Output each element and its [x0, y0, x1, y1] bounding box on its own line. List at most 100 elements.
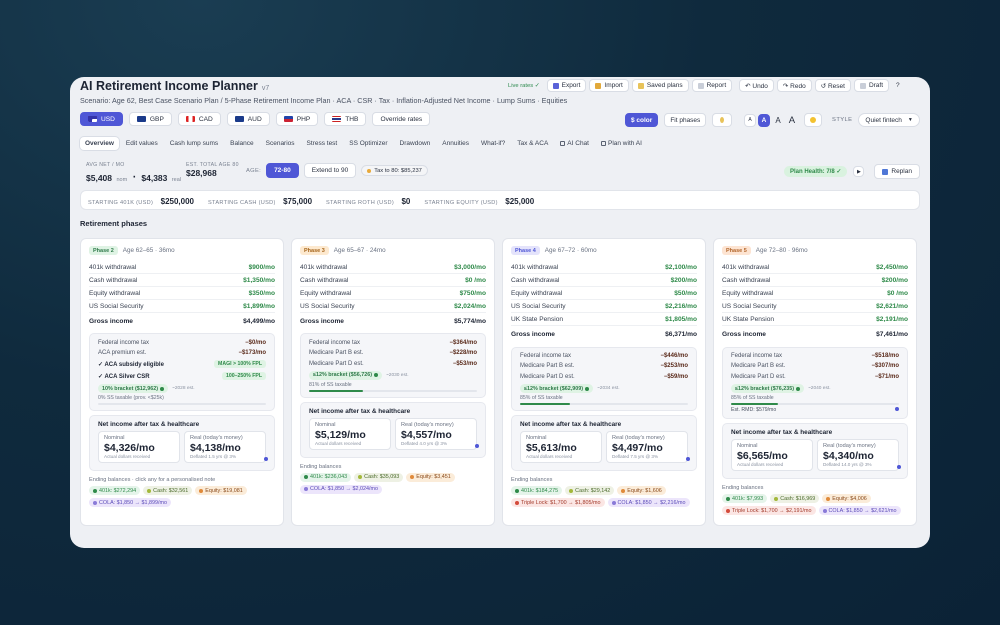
theme-toggle-button[interactable]	[804, 113, 823, 127]
bracket-progress	[309, 389, 477, 392]
currency-thb[interactable]: THB	[324, 112, 367, 126]
balance-chip[interactable]: Cash: $32,561	[143, 486, 193, 496]
income-row[interactable]: 401k withdrawal $3,000/mo	[300, 261, 486, 275]
rmd-note: Est. RMD: $579/mo	[723, 407, 907, 413]
tab-annuities[interactable]: Annuities	[437, 137, 474, 150]
balance-chip[interactable]: Triple Lock: $1,700 → $2,191/mo	[722, 506, 816, 515]
income-row[interactable]: US Social Security $1,899/mo	[89, 300, 275, 314]
balance-chip[interactable]: 401k: $236,043	[300, 472, 352, 482]
replan-button[interactable]: Replan	[874, 164, 920, 179]
currency-php[interactable]: PHP	[275, 112, 319, 126]
tax-row: ACA premium est. −$173/mo	[98, 350, 266, 357]
plan-health-badge[interactable]: Plan Health: 7/8 ✓	[784, 166, 848, 177]
balance-chip[interactable]: COLA: $1,850 → $2,024/mo	[300, 484, 383, 494]
font-size-l[interactable]: A	[786, 114, 798, 127]
tax-box: Federal income tax −$518/mo Medicare Part …	[722, 346, 908, 419]
income-row[interactable]: Equity withdrawal $0 /mo	[722, 287, 908, 301]
undo-button[interactable]: ↶ Undo	[739, 79, 774, 92]
income-row[interactable]: UK State Pension $2,191/mo	[722, 313, 908, 327]
balance-chip[interactable]: Cash: $16,969	[770, 494, 820, 503]
pin-button[interactable]	[712, 113, 733, 127]
tab-what-if[interactable]: What-if?	[476, 137, 510, 150]
balance-chip[interactable]: 401k: $7,993	[722, 494, 768, 503]
phase-header: Phase 2 Age 62–65 · 36mo	[89, 246, 175, 255]
import-button[interactable]: Import	[589, 79, 629, 92]
override-rates-button[interactable]: Override rates	[372, 112, 431, 126]
balance-chip[interactable]: Cash: $29,142	[565, 486, 615, 495]
net-income-box: Net income after tax & healthcare Nominal…	[511, 415, 697, 471]
bookmark-icon	[637, 82, 644, 89]
tab-ss-optimizer[interactable]: SS Optimizer	[344, 137, 392, 150]
tab-overview[interactable]: Overview	[80, 137, 119, 150]
export-button[interactable]: Export	[546, 79, 587, 92]
draft-button[interactable]: Draft	[853, 79, 890, 92]
balance-chip[interactable]: Equity: $3,451	[406, 472, 455, 482]
real-net: Real (today's money) $4,340/mo Deflated 14…	[817, 439, 901, 471]
tab-plan-with-ai[interactable]: Plan with AI	[596, 137, 647, 150]
balance-chip[interactable]: Equity: $1,606	[617, 486, 666, 495]
currency-cad[interactable]: CAD	[177, 112, 221, 126]
color-toggle-button[interactable]: $ color	[625, 113, 659, 127]
income-row[interactable]: US Social Security $2,024/mo	[300, 300, 486, 314]
fit-phases-button[interactable]: Fit phases	[664, 113, 707, 127]
income-row[interactable]: Cash withdrawal $200/mo	[511, 274, 697, 288]
income-row[interactable]: 401k withdrawal $2,450/mo	[722, 261, 908, 275]
income-row[interactable]: Equity withdrawal $750/mo	[300, 287, 486, 301]
balance-chip[interactable]: Cash: $35,093	[354, 472, 404, 482]
currency-gbp[interactable]: GBP	[128, 112, 172, 126]
phase-age: Age 67–72 · 60mo	[544, 247, 597, 254]
style-select[interactable]: Quiet fintech ▼	[858, 113, 920, 127]
tab-drawdown[interactable]: Drawdown	[395, 137, 436, 150]
balance-chip[interactable]: Triple Lock: $1,700 → $1,805/mo	[511, 498, 605, 507]
balance-chip[interactable]: 401k: $272,294	[89, 486, 141, 496]
income-row[interactable]: US Social Security $2,621/mo	[722, 300, 908, 314]
phase-header: Phase 3 Age 65–67 · 24mo	[300, 246, 386, 255]
saved-plans-button[interactable]: Saved plans	[631, 79, 689, 92]
income-row[interactable]: Cash withdrawal $1,350/mo	[89, 274, 275, 288]
font-size-s[interactable]: A	[757, 113, 771, 127]
ai-plan-icon	[600, 140, 606, 146]
tab-cash-lump-sums[interactable]: Cash lump sums	[165, 137, 223, 150]
balance-chip[interactable]: COLA: $1,850 → $1,899/mo	[89, 498, 172, 508]
tab-edit-values[interactable]: Edit values	[121, 137, 163, 150]
nominal-net: Nominal $6,565/mo Actual dollars received	[731, 439, 813, 471]
income-row[interactable]: UK State Pension $1,805/mo	[511, 313, 697, 327]
play-button[interactable]: ▶	[853, 166, 865, 177]
help-button[interactable]: ?	[892, 79, 904, 92]
tab-stress-test[interactable]: Stress test	[302, 137, 343, 150]
income-row[interactable]: US Social Security $2,216/mo	[511, 300, 697, 314]
tab-scenarios[interactable]: Scenarios	[261, 137, 300, 150]
balance-chip[interactable]: COLA: $1,850 → $2,621/mo	[818, 506, 901, 515]
currency-aud[interactable]: AUD	[226, 112, 270, 126]
income-row[interactable]: Cash withdrawal $200/mo	[722, 274, 908, 288]
phase-age: Age 62–65 · 36mo	[122, 247, 175, 254]
currency-usd[interactable]: USD	[80, 112, 123, 126]
income-row[interactable]: 401k withdrawal $2,100/mo	[511, 261, 697, 275]
font-size-xs[interactable]: A	[744, 113, 756, 127]
extend-to-90-button[interactable]: Extend to 90	[303, 163, 357, 178]
reset-button[interactable]: ↺ Reset	[814, 79, 851, 92]
tab-balance[interactable]: Balance	[225, 137, 259, 150]
balance-chip[interactable]: COLA: $1,850 → $2,216/mo	[607, 498, 690, 507]
bracket-progress	[520, 403, 688, 405]
income-row[interactable]: Equity withdrawal $50/mo	[511, 287, 697, 301]
income-row[interactable]: 401k withdrawal $900/mo	[89, 261, 275, 275]
balance-chip[interactable]: Equity: $4,006	[822, 494, 871, 503]
real-net: Real (today's money) $4,497/mo Deflated 7.…	[606, 431, 690, 463]
income-rows: 401k withdrawal $2,100/mo Cash withdrawal $…	[511, 261, 697, 342]
balance-chip[interactable]: Equity: $19,081	[195, 486, 247, 496]
phase-pill: Phase 5	[722, 246, 751, 255]
report-button[interactable]: Report	[691, 79, 733, 92]
starting-balance-2: STARTING ROTH (USD) $0	[326, 197, 411, 206]
tax-row: Federal income tax −$518/mo	[731, 352, 899, 359]
income-row[interactable]: Equity withdrawal $350/mo	[89, 287, 275, 301]
font-size-m[interactable]: A	[772, 114, 783, 127]
income-row[interactable]: Cash withdrawal $0 /mo	[300, 274, 486, 288]
bracket-progress	[98, 403, 266, 406]
tab-ai-chat[interactable]: AI Chat	[555, 137, 594, 150]
age-range-button[interactable]: 72-80	[266, 163, 299, 178]
redo-button[interactable]: ↷ Redo	[776, 79, 812, 92]
tab-tax-aca[interactable]: Tax & ACA	[512, 137, 553, 150]
balance-chip[interactable]: 401k: $184,275	[511, 486, 563, 495]
net-income-box: Net income after tax & healthcare Nominal…	[722, 423, 908, 479]
